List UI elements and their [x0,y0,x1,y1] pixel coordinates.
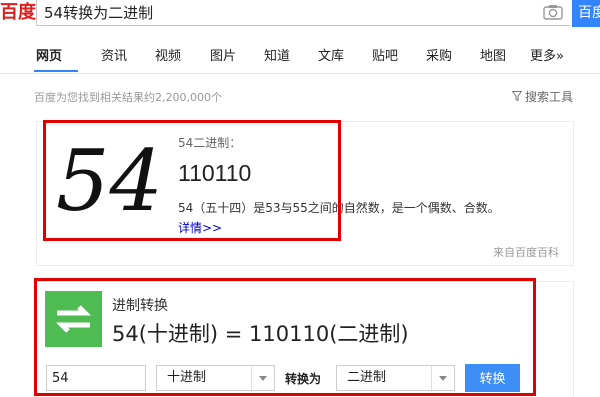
search-button[interactable]: 百度一下 [572,0,600,27]
baidu-logo[interactable]: 百度 [0,0,36,26]
tab-images[interactable]: 图片 [210,46,236,68]
tab-purchase[interactable]: 采购 [426,46,452,68]
tab-more[interactable]: 更多» [530,46,564,68]
search-tools-link[interactable]: 搜索工具 [525,88,573,105]
tab-zhidao[interactable]: 知道 [264,46,290,68]
tab-map[interactable]: 地图 [480,46,506,68]
active-tab-indicator [34,70,78,72]
source-label[interactable]: 来自百度百科 [493,244,559,260]
tab-wenku[interactable]: 文库 [318,46,344,68]
result-count: 百度为您找到相关结果约2,200,000个 [34,91,222,104]
camera-icon[interactable] [543,4,563,20]
tab-web[interactable]: 网页 [36,46,62,68]
tab-video[interactable]: 视频 [155,46,181,68]
highlight-box [34,278,536,396]
vertical-tabs: 网页 资讯 视频 图片 知道 文库 贴吧 采购 地图 更多» [0,46,600,70]
filter-icon[interactable] [512,91,522,101]
highlight-box [43,120,341,241]
tabs-divider [0,73,600,74]
tab-news[interactable]: 资讯 [101,46,127,68]
tab-tieba[interactable]: 贴吧 [372,46,398,68]
search-input[interactable] [44,1,524,25]
